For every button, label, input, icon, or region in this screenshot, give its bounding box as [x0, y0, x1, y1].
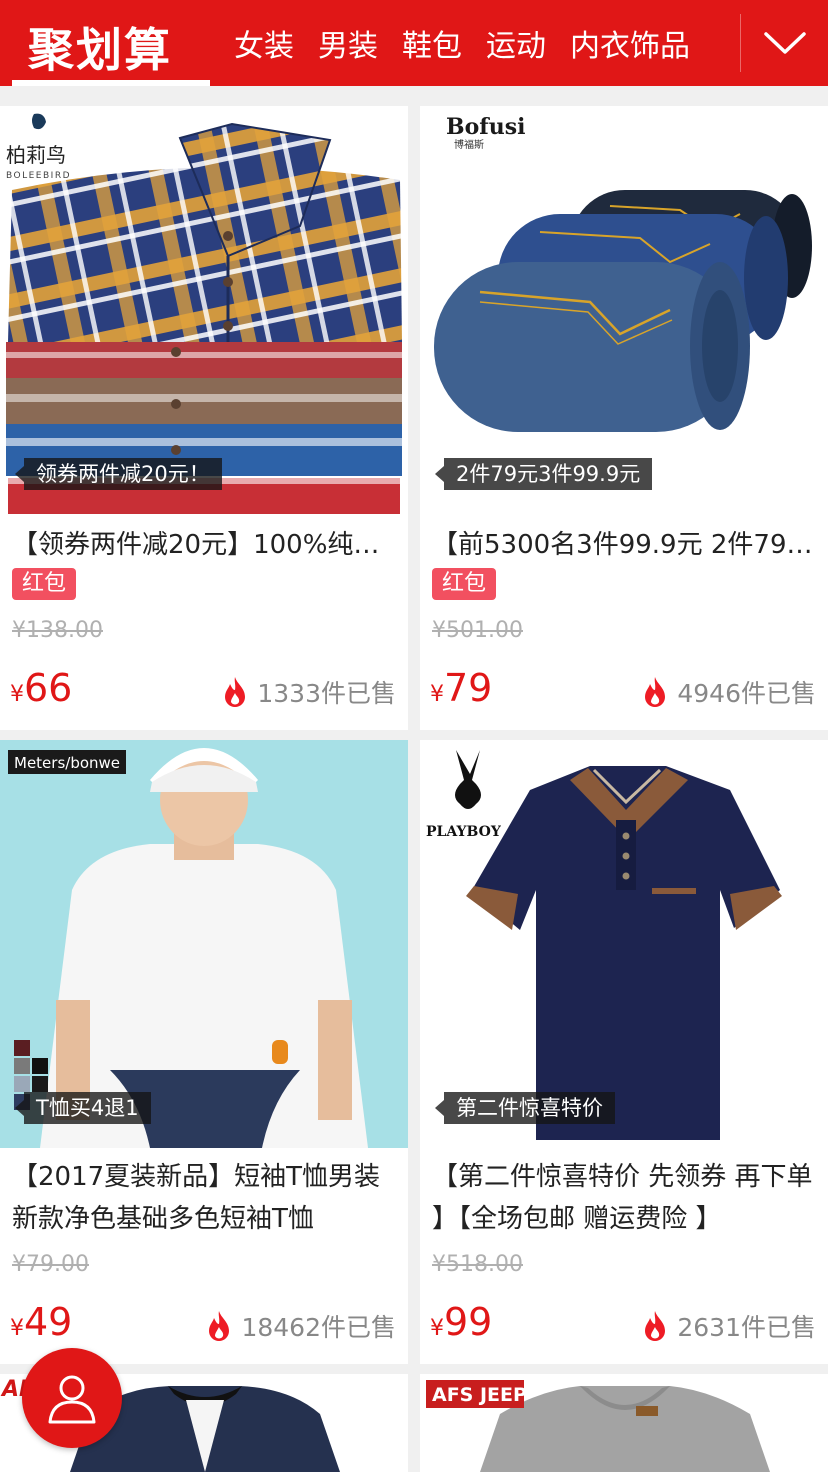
- flame-icon: [225, 677, 246, 707]
- svg-text:PLAYBOY: PLAYBOY: [426, 824, 502, 840]
- sold-count: 18462件已售: [205, 1308, 396, 1344]
- svg-text:Bofusi: Bofusi: [446, 114, 525, 140]
- active-tab-indicator: [12, 80, 210, 86]
- svg-text:AFS JEEP: AFS JEEP: [432, 1384, 527, 1406]
- logo-text: 聚划算: [28, 23, 172, 77]
- product-image: PLAYBOY 第二件惊喜特价: [420, 740, 828, 1148]
- currency-symbol: ¥: [430, 682, 444, 707]
- product-card[interactable]: Bofusi 博福斯 2件79元3件99.9元 【前5300名3件99.9元 2…: [420, 106, 828, 730]
- user-icon: [48, 1375, 96, 1424]
- tab-sports[interactable]: 运动: [486, 21, 546, 65]
- product-image: Bofusi 博福斯 2件79元3件99.9元: [420, 106, 828, 514]
- tab-womens[interactable]: 女装: [234, 21, 294, 65]
- brand-logo: Meters/bonwe: [8, 750, 126, 774]
- flame-icon: [209, 1311, 230, 1341]
- product-image: 柏莉鸟 BOLEEBIRD 领券两件减20元！: [0, 106, 408, 514]
- tab-shoes-bags[interactable]: 鞋包: [402, 21, 462, 65]
- top-nav-bar: 聚划算 女装 男装 鞋包 运动 内衣饰品: [0, 0, 828, 86]
- user-center-button[interactable]: [22, 1348, 122, 1448]
- tab-underwear-accessories[interactable]: 内衣饰品: [570, 21, 690, 65]
- red-packet-badge: 红包: [432, 568, 497, 600]
- sold-count-text: 4946件已售: [677, 679, 816, 708]
- original-price: ¥501.00: [432, 618, 523, 643]
- chevron-down-icon: [764, 32, 806, 54]
- sold-count-text: 1333件已售: [257, 679, 396, 708]
- product-card[interactable]: AFS JEEP: [420, 1374, 828, 1472]
- svg-text:Meters/bonwe: Meters/bonwe: [14, 754, 120, 772]
- more-categories-button[interactable]: [742, 0, 828, 86]
- currency-symbol: ¥: [10, 1316, 24, 1341]
- original-price: ¥138.00: [12, 618, 103, 643]
- original-price: ¥518.00: [432, 1252, 523, 1277]
- shirt-stack: [6, 122, 402, 514]
- currency-symbol: ¥: [430, 1316, 444, 1341]
- product-card[interactable]: Meters/bonwe T恤买4退1 【2017夏装新品】短袖T恤男装新款净色…: [0, 740, 408, 1364]
- svg-text:BOLEEBIRD: BOLEEBIRD: [6, 171, 71, 181]
- promo-tag: 2件79元3件99.9元: [434, 458, 653, 490]
- promo-tag: T恤买4退1: [15, 1092, 151, 1124]
- tab-separator: [740, 14, 741, 72]
- product-title: 【领券两件减20元】100%纯棉长袖衬衫: [12, 530, 400, 560]
- sold-count-text: 2631件已售: [677, 1313, 816, 1342]
- product-title: 【第二件惊喜特价 先领券 再下单 】【全场包邮 赠运费险 】: [432, 1162, 813, 1234]
- sale-price: ¥99: [430, 1300, 492, 1344]
- price-value: 49: [24, 1300, 73, 1344]
- promo-tag: 领券两件减20元！: [15, 458, 222, 490]
- product-card[interactable]: PLAYBOY 第二件惊喜特价 【第二件惊喜特价 先领券 再下单 】【全场包邮 …: [420, 740, 828, 1364]
- flame-icon: [645, 677, 666, 707]
- promo-tag: 第二件惊喜特价: [435, 1092, 615, 1124]
- original-price: ¥79.00: [12, 1252, 89, 1277]
- product-title: 【2017夏装新品】短袖T恤男装新款净色基础多色短袖T恤: [12, 1162, 381, 1234]
- sold-count-text: 18462件已售: [241, 1313, 396, 1342]
- tab-mens[interactable]: 男装: [318, 21, 378, 65]
- sale-price: ¥79: [430, 666, 492, 710]
- sold-count: 1333件已售: [221, 674, 396, 710]
- product-card[interactable]: 柏莉鸟 BOLEEBIRD 领券两件减20元！ 【领券两件减20元】100%纯棉…: [0, 106, 408, 730]
- product-title: 【前5300名3件99.9元 2件79元】牛仔裤: [432, 530, 820, 560]
- svg-text:博福斯: 博福斯: [454, 138, 484, 151]
- price-value: 79: [444, 666, 493, 710]
- flame-icon: [645, 1311, 666, 1341]
- currency-symbol: ¥: [10, 682, 24, 707]
- sold-count: 2631件已售: [641, 1308, 816, 1344]
- red-packet-badge: 红包: [12, 568, 77, 600]
- juhuasuan-logo-tab[interactable]: 聚划算: [0, 0, 210, 86]
- svg-text:柏莉鸟: 柏莉鸟: [6, 143, 66, 167]
- sale-price: ¥66: [10, 666, 72, 710]
- price-value: 99: [444, 1300, 493, 1344]
- product-image: Meters/bonwe T恤买4退1: [0, 740, 408, 1148]
- product-image: AFS JEEP: [420, 1374, 828, 1472]
- sold-count: 4946件已售: [641, 674, 816, 710]
- sale-price: ¥49: [10, 1300, 72, 1344]
- category-tabs: 女装 男装 鞋包 运动 内衣饰品: [222, 0, 702, 86]
- price-value: 66: [24, 666, 73, 710]
